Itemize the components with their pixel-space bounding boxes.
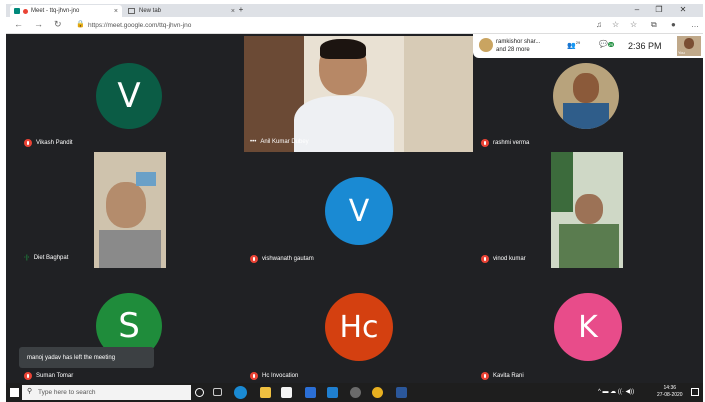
tab-new[interactable]: New tab ×	[124, 5, 239, 17]
mic-muted-icon	[250, 372, 258, 380]
window-close-button[interactable]: ✕	[674, 4, 692, 16]
chrome-icon[interactable]	[372, 387, 383, 398]
avatar: V	[325, 177, 393, 245]
photos-icon[interactable]	[327, 387, 338, 398]
participant-name: Kavita Rani	[481, 372, 524, 380]
participant-tile[interactable]: V vishwanath gautam	[244, 152, 473, 268]
settings-icon[interactable]	[350, 387, 361, 398]
tab-meet-label: Meet - ttq-jhvn-jno	[31, 8, 80, 14]
close-icon[interactable]: ×	[114, 8, 118, 15]
mic-muted-icon	[481, 139, 489, 147]
notification-center-icon[interactable]	[691, 388, 699, 396]
store-icon[interactable]	[281, 387, 292, 398]
windows-start-icon[interactable]	[10, 388, 19, 397]
avatar	[479, 38, 493, 52]
participant-video	[94, 152, 166, 268]
tab-new-label: New tab	[139, 8, 162, 14]
speaking-icon: •••	[250, 139, 257, 145]
chat-badge: 29	[607, 42, 615, 47]
people-button[interactable]: 👥29	[567, 40, 580, 49]
mic-muted-icon	[24, 372, 32, 380]
self-label: You	[678, 50, 685, 55]
lock-icon: 🔒	[76, 21, 85, 28]
search-icon: ⚲	[27, 388, 33, 395]
mic-muted-icon	[24, 139, 32, 147]
meet-icon	[14, 8, 20, 14]
cortana-icon[interactable]	[195, 388, 204, 397]
back-icon[interactable]: ←	[14, 19, 23, 29]
file-explorer-icon[interactable]	[260, 387, 271, 398]
participant-name: Hc Invocation	[250, 372, 298, 380]
add-tab-button[interactable]: +	[232, 4, 250, 16]
taskbar-clock[interactable]: 14:36 27-08-2020	[657, 385, 683, 399]
tab-bar: Meet - ttq-jhvn-jno × New tab × + – ❐ ✕	[6, 4, 703, 17]
participant-name: vishwanath gautam	[250, 255, 314, 263]
meeting-clock: 2:36 PM	[628, 41, 662, 51]
mic-muted-icon	[481, 372, 489, 380]
participant-video	[244, 36, 473, 152]
system-tray[interactable]: ^ ▬ ☁ ((· ◀))	[598, 388, 634, 395]
participant-tile[interactable]: K Kavita Rani	[473, 268, 702, 383]
notification-toast: manoj yadav has left the meeting	[19, 347, 154, 368]
meet-grid: V Vikash Pandit ••• Anil Kumar Dubey rash…	[6, 34, 703, 383]
chat-button[interactable]: 💬29	[599, 40, 615, 48]
new-tab-icon	[128, 8, 135, 14]
participant-tile[interactable]: ••• Anil Kumar Dubey	[244, 36, 473, 152]
speaking-icon: ·|·	[24, 255, 30, 261]
avatar: K	[554, 293, 622, 361]
participant-name: Vikash Pandit	[24, 139, 73, 147]
mic-muted-icon	[481, 255, 489, 263]
favorites-icon[interactable]: ☆	[630, 20, 637, 29]
collections-icon[interactable]: ⧉	[651, 20, 657, 30]
word-icon[interactable]	[396, 387, 407, 398]
task-view-icon[interactable]	[213, 388, 222, 396]
address-bar: ← → ↻ 🔒 https://meet.google.com/ttq-jhvn…	[6, 17, 703, 34]
participant-tile[interactable]: vinod kumar	[473, 152, 702, 268]
participant-name: rashmi verma	[481, 139, 529, 147]
mic-indicator-icon[interactable]: ♫	[596, 20, 602, 29]
forward-icon[interactable]: →	[34, 19, 43, 29]
participant-tile[interactable]: Hc Hc Invocation	[244, 268, 473, 383]
minimize-button[interactable]: –	[628, 4, 646, 16]
favorite-star-icon[interactable]: ☆	[612, 20, 619, 29]
more-menu-icon[interactable]: …	[691, 20, 699, 29]
maximize-button[interactable]: ❐	[650, 4, 668, 16]
participant-name: Suman Tomar	[24, 372, 73, 380]
taskbar-search-input[interactable]: ⚲ Type here to search	[22, 385, 191, 400]
chat-icon: 💬	[599, 41, 608, 48]
avatar: V	[96, 63, 162, 129]
tab-meet[interactable]: Meet - ttq-jhvn-jno ×	[10, 5, 122, 17]
self-view[interactable]: You	[677, 36, 701, 56]
url-input[interactable]: https://meet.google.com/ttq-jhvn-jno	[88, 20, 598, 31]
participant-tile[interactable]: ·|· Diet Baghpat	[16, 152, 244, 268]
participants-summary: ramkishor shar... and 28 more	[496, 39, 541, 53]
avatar	[553, 63, 619, 129]
refresh-icon[interactable]: ↻	[54, 19, 62, 30]
meeting-header: ramkishor shar... and 28 more 👥29 💬29 2:…	[473, 34, 703, 58]
record-dot-icon	[23, 8, 28, 14]
taskbar: ⚲ Type here to search ^ ▬ ☁ ((· ◀)) 14:3…	[6, 383, 703, 402]
outlook-icon[interactable]	[305, 387, 316, 398]
participant-name: vinod kumar	[481, 255, 526, 263]
mic-muted-icon	[250, 255, 258, 263]
avatar: Hc	[325, 293, 393, 361]
profile-icon[interactable]: ●	[671, 20, 676, 29]
participant-name: ·|· Diet Baghpat	[24, 255, 69, 261]
participant-tile[interactable]: V Vikash Pandit	[16, 36, 244, 152]
edge-icon[interactable]	[234, 386, 247, 399]
participant-video	[551, 152, 623, 268]
people-icon: 👥	[567, 42, 576, 50]
participant-name: ••• Anil Kumar Dubey	[250, 139, 309, 145]
browser-window: Meet - ttq-jhvn-jno × New tab × + – ❐ ✕ …	[6, 4, 703, 383]
